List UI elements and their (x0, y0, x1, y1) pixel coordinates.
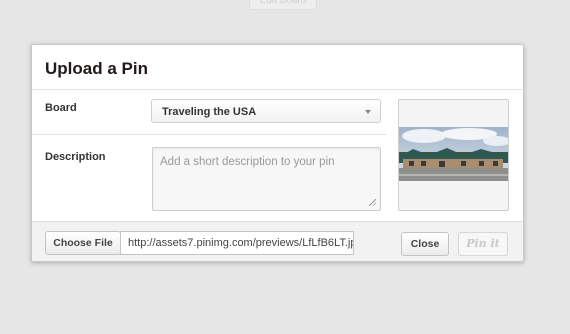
board-select[interactable]: Traveling the USA (151, 99, 381, 123)
upload-pin-dialog: Upload a Pin Board Traveling the USA Des… (31, 44, 524, 262)
resize-handle-icon[interactable] (369, 199, 376, 206)
pin-image-preview (398, 99, 509, 211)
board-row: Board Traveling the USA (32, 90, 387, 135)
board-label: Board (45, 102, 77, 114)
dialog-title: Upload a Pin (45, 59, 148, 78)
chevron-down-icon (365, 110, 371, 114)
description-placeholder: Add a short description to your pin (160, 156, 335, 168)
board-select-value: Traveling the USA (162, 106, 257, 118)
file-url-input[interactable]: http://assets7.pinimg.com/previews/LfLfB… (120, 231, 354, 255)
pin-it-button[interactable]: Pin it (458, 232, 508, 256)
close-button[interactable]: Close (401, 232, 449, 256)
edit-board-button[interactable]: Edit Board (249, 0, 317, 10)
choose-file-button[interactable]: Choose File (45, 231, 121, 255)
description-textarea[interactable]: Add a short description to your pin (152, 147, 381, 211)
description-row: Description Add a short description to y… (32, 135, 387, 221)
preview-photo (399, 127, 508, 181)
description-label: Description (45, 151, 106, 163)
dialog-header: Upload a Pin (32, 45, 523, 90)
dialog-footer: Choose File http://assets7.pinimg.com/pr… (32, 221, 523, 261)
